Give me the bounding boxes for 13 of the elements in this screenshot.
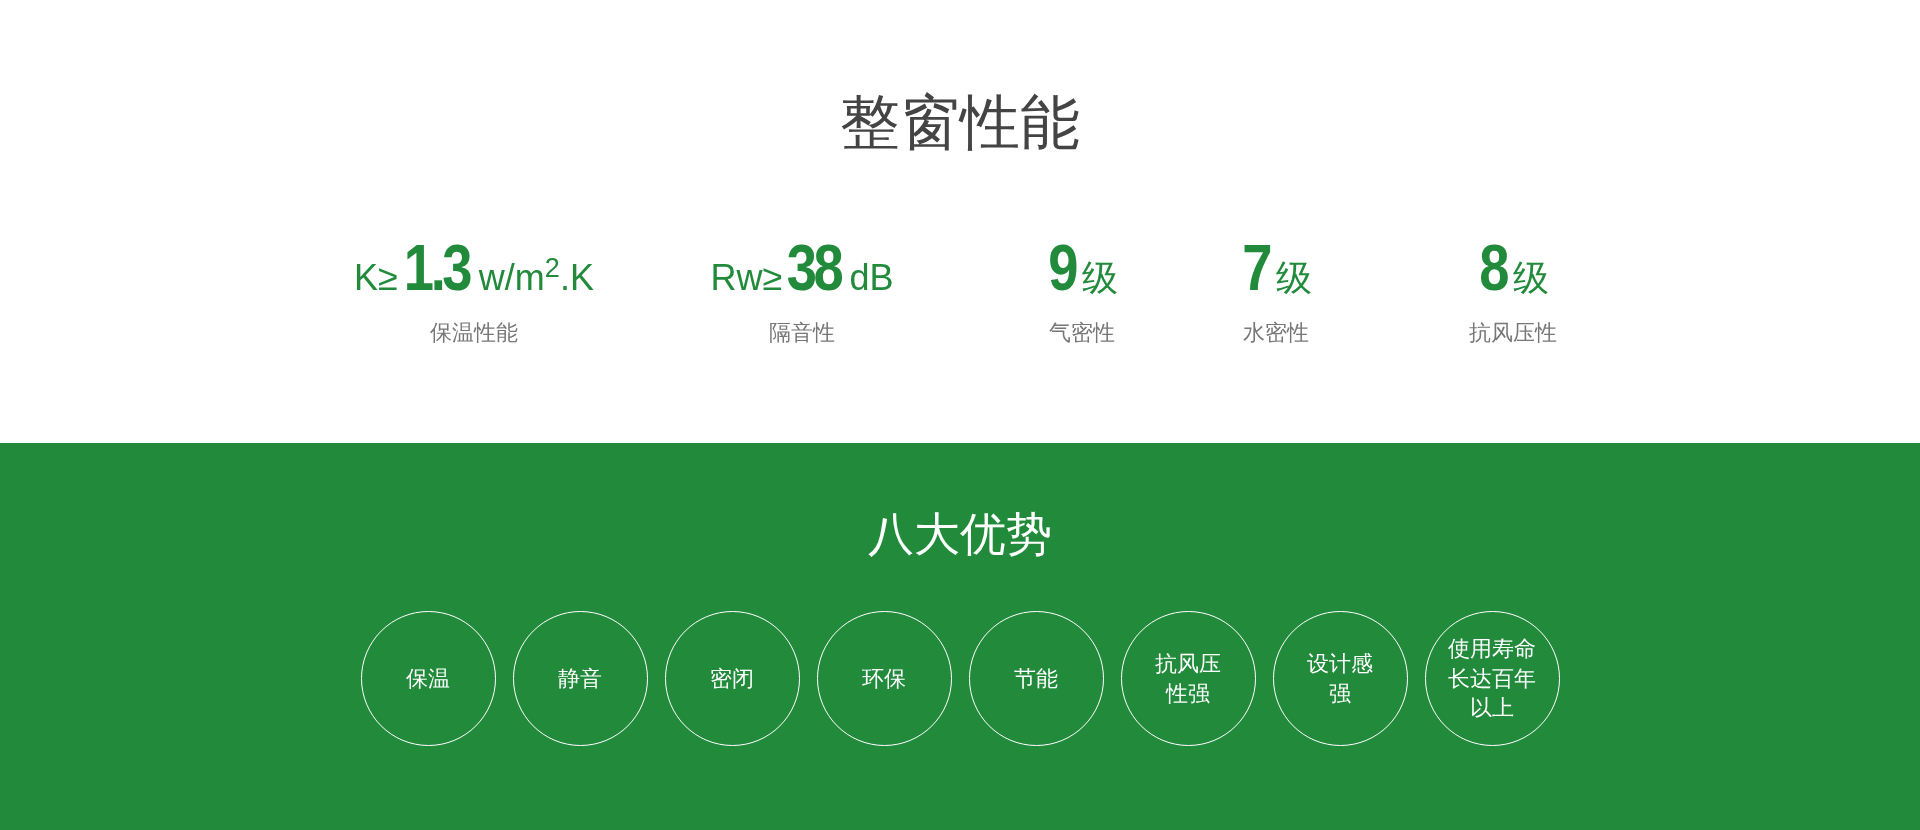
section-title: 八大优势 xyxy=(867,511,1053,557)
metric-label: 保温性能 xyxy=(429,319,519,347)
metric-value: Rw≥38 dB xyxy=(709,236,895,300)
section-title: 整窗性能 xyxy=(839,92,1081,152)
metric-label: 抗风压性 xyxy=(1468,319,1558,347)
metric-value: K≥1.3 w/m$^{2}$.K xyxy=(353,236,595,300)
metric-value: 7级 xyxy=(1241,236,1313,300)
metric-label: 气密性 xyxy=(1048,319,1116,347)
metric-value: 8级 xyxy=(1478,236,1550,300)
metric-label: 水密性 xyxy=(1242,319,1310,347)
metric-value: 9级 xyxy=(1047,236,1119,300)
advantage-badge: 使用寿命 长达百年 以上 xyxy=(1424,611,1560,746)
metric-label: 隔音性 xyxy=(768,319,836,347)
